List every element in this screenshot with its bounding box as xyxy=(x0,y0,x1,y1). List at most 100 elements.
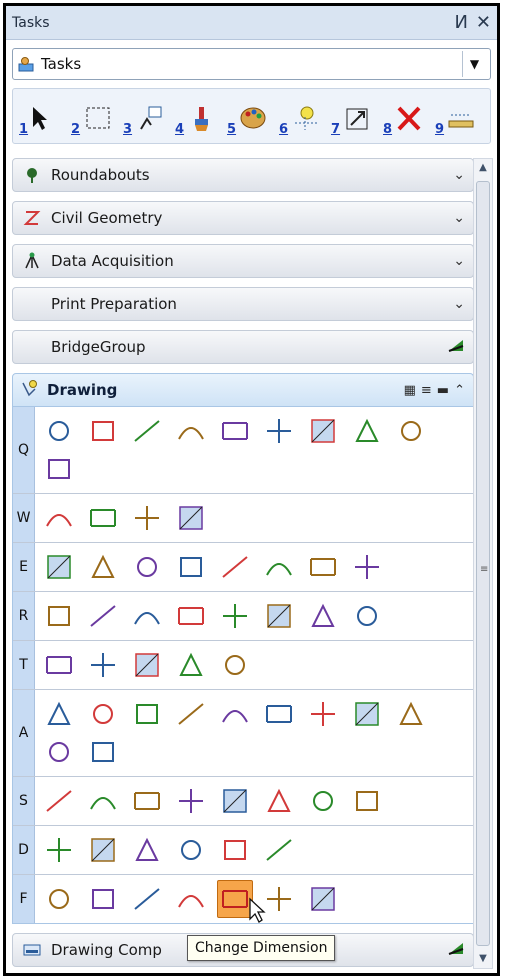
delete-button[interactable]: 8 xyxy=(383,99,431,137)
vertical-scrollbar[interactable]: ▲ ≡ ▼ xyxy=(473,158,493,969)
detail-view-icon[interactable]: ▬ xyxy=(437,383,449,398)
drawing-tool-button[interactable] xyxy=(129,646,165,684)
drawing-tool-button[interactable] xyxy=(261,597,297,635)
drawing-tool-button[interactable] xyxy=(41,412,77,450)
drawing-tool-button[interactable] xyxy=(349,597,385,635)
group-data-acquisition[interactable]: Data Acquisition ⌄ xyxy=(12,244,474,278)
drawing-tool-button[interactable] xyxy=(217,548,253,586)
drawing-tool-button[interactable] xyxy=(85,597,121,635)
drawing-tool-button[interactable] xyxy=(305,548,341,586)
drawing-tool-button[interactable] xyxy=(129,499,165,537)
drawing-tool-button[interactable] xyxy=(41,733,77,771)
drawing-tool-button[interactable] xyxy=(129,782,165,820)
drawing-tool-button[interactable] xyxy=(129,880,165,918)
drawing-tool-button[interactable] xyxy=(85,499,121,537)
group-bridgegroup[interactable]: BridgeGroup xyxy=(12,330,474,364)
drawing-tool-button[interactable] xyxy=(217,597,253,635)
drawing-tool-button[interactable] xyxy=(173,782,209,820)
drawing-tool-button[interactable] xyxy=(85,733,121,771)
drawing-tool-button[interactable] xyxy=(349,412,385,450)
drawing-tool-button[interactable] xyxy=(41,831,77,869)
drawing-tool-button[interactable] xyxy=(173,695,209,733)
drawing-tool-button[interactable] xyxy=(349,548,385,586)
drawing-tool-button[interactable] xyxy=(41,880,77,918)
drawing-tool-button[interactable] xyxy=(41,782,77,820)
drawing-tool-button[interactable] xyxy=(261,782,297,820)
expand-panel-icon[interactable] xyxy=(447,941,465,959)
drawing-tool-button[interactable] xyxy=(129,548,165,586)
drawing-tool-button[interactable] xyxy=(349,782,385,820)
drawing-tool-button[interactable] xyxy=(305,412,341,450)
drawing-tool-button[interactable] xyxy=(261,548,297,586)
drawing-tool-button[interactable] xyxy=(305,782,341,820)
group-roundabouts[interactable]: Roundabouts ⌄ xyxy=(12,158,474,192)
group-drawing-header[interactable]: Drawing ▦ ≡ ▬ ⌃ xyxy=(12,373,474,407)
drawing-tool-button[interactable] xyxy=(85,880,121,918)
chevron-down-icon[interactable]: ⌄ xyxy=(453,296,465,312)
drawing-tool-button[interactable] xyxy=(217,646,253,684)
drawing-tool-button[interactable] xyxy=(261,412,297,450)
grid-view-icon[interactable]: ▦ xyxy=(404,383,416,398)
drawing-tool-button[interactable] xyxy=(305,695,341,733)
drawing-tool-button[interactable] xyxy=(217,695,253,733)
drawing-tool-button[interactable] xyxy=(261,831,297,869)
drawing-tool-button[interactable] xyxy=(305,597,341,635)
select-element-button[interactable]: 1 xyxy=(19,99,67,137)
drawing-tool-button[interactable] xyxy=(85,782,121,820)
drawing-tool-button[interactable] xyxy=(305,880,341,918)
drawing-tool-button[interactable] xyxy=(173,646,209,684)
drawing-tool-button[interactable] xyxy=(41,597,77,635)
brush-button[interactable]: 4 xyxy=(175,99,223,137)
drawing-tool-button[interactable] xyxy=(129,597,165,635)
drawing-tool-button[interactable] xyxy=(85,412,121,450)
group-label: Drawing xyxy=(47,381,118,399)
chevron-up-icon[interactable]: ⌃ xyxy=(454,383,465,398)
drawing-tool-button[interactable] xyxy=(129,831,165,869)
drawing-tool-button[interactable] xyxy=(173,597,209,635)
drawing-tool-button[interactable] xyxy=(85,548,121,586)
measure-button[interactable]: 9 xyxy=(435,99,483,137)
drawing-tool-button[interactable] xyxy=(129,695,165,733)
drawing-tool-button[interactable] xyxy=(173,499,209,537)
drawing-tool-button[interactable] xyxy=(349,695,385,733)
drawing-tool-button[interactable] xyxy=(85,646,121,684)
chevron-down-icon[interactable]: ⌄ xyxy=(453,253,465,269)
drawing-tool-button[interactable] xyxy=(41,499,77,537)
drawing-tool-button[interactable] xyxy=(129,412,165,450)
drawing-tool-button[interactable] xyxy=(217,782,253,820)
drawing-tool-button[interactable] xyxy=(85,831,121,869)
fence-button[interactable]: 2 xyxy=(71,99,119,137)
drawing-tool-button[interactable] xyxy=(393,695,429,733)
drawing-tool-button[interactable] xyxy=(217,412,253,450)
drawing-tool-button[interactable] xyxy=(41,646,77,684)
chevron-down-icon[interactable]: ⌄ xyxy=(453,167,465,183)
snap-button[interactable]: 6 xyxy=(279,99,327,137)
drawing-tool-button[interactable] xyxy=(393,412,429,450)
drawing-tool-button[interactable] xyxy=(173,412,209,450)
drawing-tool-button[interactable] xyxy=(173,831,209,869)
drawing-tool-button[interactable] xyxy=(41,695,77,733)
arrow-pointer-icon xyxy=(33,107,47,130)
chevron-down-icon[interactable]: ▼ xyxy=(462,51,486,77)
modify-button[interactable]: 3 xyxy=(123,99,171,137)
drawing-tool-button[interactable] xyxy=(41,548,77,586)
list-view-icon[interactable]: ≡ xyxy=(421,383,432,398)
close-icon[interactable]: ✕ xyxy=(476,13,491,32)
drawing-tool-button[interactable] xyxy=(217,831,253,869)
task-selector-dropdown[interactable]: Tasks ▼ xyxy=(12,48,491,80)
drawing-tool-button[interactable] xyxy=(261,695,297,733)
scroll-up-icon[interactable]: ▲ xyxy=(474,159,492,177)
drawing-tool-button[interactable] xyxy=(85,695,121,733)
group-print-preparation[interactable]: Print Preparation ⌄ xyxy=(12,287,474,321)
scroll-down-icon[interactable]: ▼ xyxy=(474,950,492,968)
drawing-tool-button[interactable] xyxy=(173,880,209,918)
drawing-tool-button[interactable] xyxy=(173,548,209,586)
pin-icon[interactable]: И xyxy=(454,13,467,32)
group-civil-geometry[interactable]: Civil Geometry ⌄ xyxy=(12,201,474,235)
drawing-tool-button[interactable] xyxy=(41,450,77,488)
chevron-down-icon[interactable]: ⌄ xyxy=(453,210,465,226)
scale-button[interactable]: 7 xyxy=(331,99,379,137)
palette-button[interactable]: 5 xyxy=(227,99,275,137)
scroll-thumb[interactable]: ≡ xyxy=(476,181,490,946)
expand-panel-icon[interactable] xyxy=(447,338,465,356)
